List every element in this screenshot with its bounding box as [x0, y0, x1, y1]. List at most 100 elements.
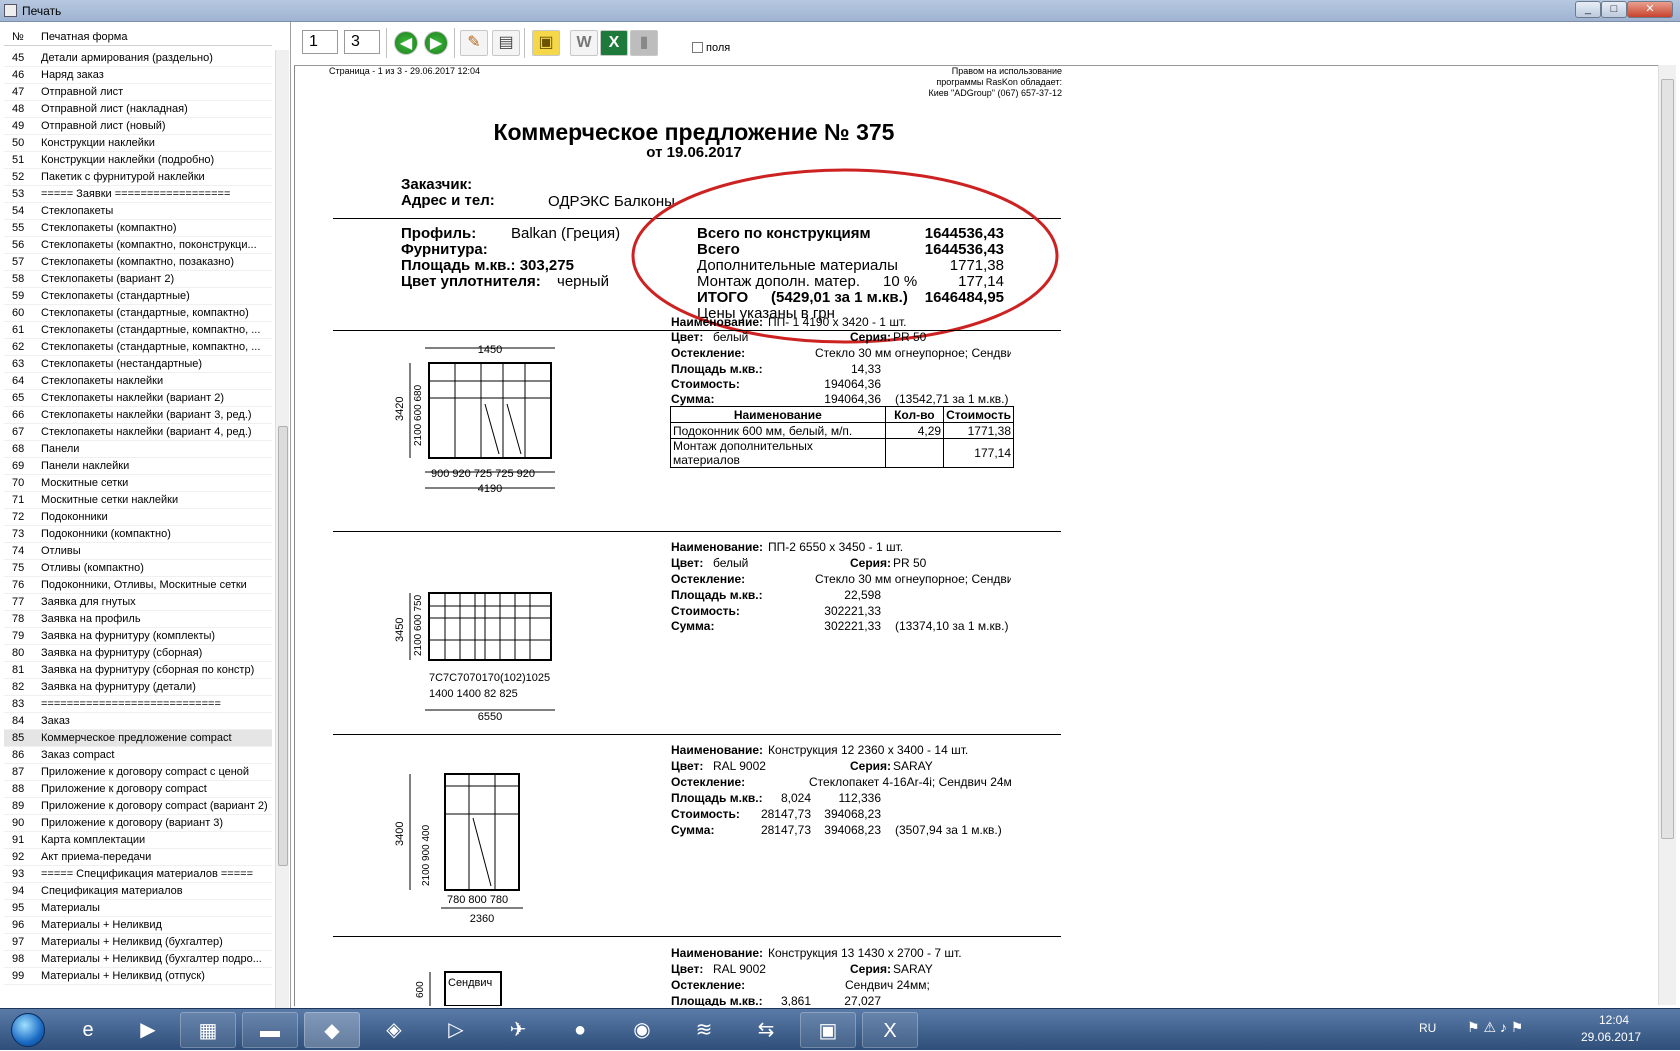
col-header-num[interactable]: №	[12, 31, 24, 43]
language-indicator[interactable]: RU	[1419, 1021, 1436, 1035]
list-item[interactable]: 67 Стеклопакеты наклейки (вариант 4, ред.…	[4, 424, 272, 441]
list-item-number: 61	[12, 324, 25, 336]
list-item[interactable]: 75 Отливы (компактно)	[4, 560, 272, 577]
list-item[interactable]: 80 Заявка на фурнитуру (сборная)	[4, 645, 272, 662]
list-item[interactable]: 59 Стеклопакеты (стандартные)	[4, 288, 272, 305]
list-item[interactable]: 71 Москитные сетки наклейки	[4, 492, 272, 509]
list-item[interactable]: 53 ===== Заявки ==================	[4, 186, 272, 203]
checkbox-icon[interactable]	[692, 42, 703, 53]
list-item[interactable]: 81 Заявка на фурнитуру (сборная по констр…	[4, 662, 272, 679]
list-item[interactable]: 93 ===== Спецификация материалов =====	[4, 866, 272, 883]
list-item[interactable]: 50 Конструкции наклейки	[4, 135, 272, 152]
list-item[interactable]: 66 Стеклопакеты наклейки (вариант 3, ред.…	[4, 407, 272, 424]
list-item[interactable]: 60 Стеклопакеты (стандартные, компактно)	[4, 305, 272, 322]
list-item[interactable]: 76 Подоконники, Отливы, Москитные сетки	[4, 577, 272, 594]
print-icon[interactable]: ▤	[492, 30, 520, 56]
list-item[interactable]: 54 Стеклопакеты	[4, 203, 272, 220]
list-item[interactable]: 56 Стеклопакеты (компактно, поконструкци.…	[4, 237, 272, 254]
media-player-icon[interactable]: ▶	[120, 1012, 176, 1048]
list-item[interactable]: 77 Заявка для гнутых	[4, 594, 272, 611]
list-item[interactable]: 48 Отправной лист (накладная)	[4, 101, 272, 118]
list-item[interactable]: 82 Заявка на фурнитуру (детали)	[4, 679, 272, 696]
list-item[interactable]: 84 Заказ	[4, 713, 272, 730]
app-eye-icon[interactable]: ◈	[366, 1012, 422, 1048]
list-item[interactable]: 72 Подоконники	[4, 509, 272, 526]
list-item[interactable]: 52 Пакетик с фурнитурой наклейки	[4, 169, 272, 186]
minimize-button[interactable]: _	[1575, 1, 1601, 18]
pdf-export-icon[interactable]: ▮	[630, 30, 658, 56]
list-item[interactable]: 86 Заказ compact	[4, 747, 272, 764]
clock-date[interactable]: 29.06.2017	[1581, 1030, 1641, 1044]
list-item[interactable]: 69 Панели наклейки	[4, 458, 272, 475]
excel-export-icon[interactable]: X	[600, 30, 628, 56]
list-item[interactable]: 98 Материалы + Неликвид (бухгалтер подро.…	[4, 951, 272, 968]
list-item[interactable]: 74 Отливы	[4, 543, 272, 560]
list-item[interactable]: 79 Заявка на фурнитуру (комплекты)	[4, 628, 272, 645]
scroll-thumb[interactable]	[278, 426, 288, 866]
item-area-label: Площадь м.кв.:	[671, 994, 763, 1006]
list-item[interactable]: 68 Панели	[4, 441, 272, 458]
scroll-thumb[interactable]	[1661, 79, 1674, 839]
teamviewer-icon[interactable]: ⇆	[738, 1012, 794, 1048]
list-item[interactable]: 55 Стеклопакеты (компактно)	[4, 220, 272, 237]
list-item[interactable]: 88 Приложение к договору compact	[4, 781, 272, 798]
excel-icon[interactable]: X	[862, 1012, 918, 1048]
start-button[interactable]	[2, 1009, 54, 1051]
edit-icon[interactable]: ✎	[460, 30, 488, 56]
next-page-icon[interactable]: ▶	[424, 31, 448, 55]
list-item[interactable]: 99 Материалы + Неликвид (отпуск)	[4, 968, 272, 985]
preview-vertical-scrollbar[interactable]	[1658, 65, 1676, 1005]
raskon-icon[interactable]: ◆	[304, 1012, 360, 1048]
fields-checkbox[interactable]: поля	[692, 42, 730, 54]
construction-drawing-3: 780 800 780 2360 3400 2100 900 400	[394, 773, 523, 925]
maximize-button[interactable]: □	[1601, 1, 1627, 18]
list-item[interactable]: 87 Приложение к договору compact с ценой	[4, 764, 272, 781]
list-item[interactable]: 91 Карта комплектации	[4, 832, 272, 849]
list-item[interactable]: 61 Стеклопакеты (стандартные, компактно, …	[4, 322, 272, 339]
list-item[interactable]: 95 Материалы	[4, 900, 272, 917]
item-sum-total: 394068,23	[824, 823, 881, 837]
list-item[interactable]: 70 Москитные сетки	[4, 475, 272, 492]
list-item[interactable]: 64 Стеклопакеты наклейки	[4, 373, 272, 390]
list-item[interactable]: 51 Конструкции наклейки (подробно)	[4, 152, 272, 169]
list-vertical-scrollbar[interactable]	[275, 50, 289, 1010]
list-item[interactable]: 83 ============================	[4, 696, 272, 713]
remote-desktop-icon[interactable]: ▣	[800, 1012, 856, 1048]
list-item[interactable]: 63 Стеклопакеты (нестандартные)	[4, 356, 272, 373]
close-button[interactable]: ✕	[1627, 1, 1673, 18]
wifi-icon[interactable]: ≋	[676, 1012, 732, 1048]
explorer-icon[interactable]: ▬	[242, 1012, 298, 1048]
list-item[interactable]: 47 Отправной лист	[4, 84, 272, 101]
list-item[interactable]: 90 Приложение к договору (вариант 3)	[4, 815, 272, 832]
tray-icons[interactable]: ⚑ ⚠ ♪ ⚑	[1467, 1019, 1523, 1036]
list-item[interactable]: 94 Спецификация материалов	[4, 883, 272, 900]
list-item[interactable]: 96 Материалы + Неликвид	[4, 917, 272, 934]
firefox-icon[interactable]: ●	[552, 1012, 608, 1048]
list-item[interactable]: 85 Коммерческое предложение compact	[4, 730, 272, 747]
list-item[interactable]: 46 Наряд заказ	[4, 67, 272, 84]
list-item[interactable]: 58 Стеклопакеты (вариант 2)	[4, 271, 272, 288]
list-item[interactable]: 49 Отправной лист (новый)	[4, 118, 272, 135]
list-item[interactable]: 78 Заявка на профиль	[4, 611, 272, 628]
chrome-icon[interactable]: ◉	[614, 1012, 670, 1048]
ie-icon[interactable]: e	[60, 1012, 116, 1048]
dim-sub: 780 800 780	[447, 894, 508, 906]
list-item[interactable]: 89 Приложение к договору compact (вариант…	[4, 798, 272, 815]
list-item[interactable]: 73 Подоконники (компактно)	[4, 526, 272, 543]
prev-page-icon[interactable]: ◀	[394, 31, 418, 55]
list-item[interactable]: 57 Стеклопакеты (компактно, позаказно)	[4, 254, 272, 271]
list-item[interactable]: 62 Стеклопакеты (стандартные, компактно, …	[4, 339, 272, 356]
image-export-icon[interactable]: ▣	[532, 30, 560, 56]
col-header-name[interactable]: Печатная форма	[41, 31, 127, 43]
list-item[interactable]: 65 Стеклопакеты наклейки (вариант 2)	[4, 390, 272, 407]
page-number-input[interactable]: 1	[302, 30, 338, 54]
visual-studio-icon[interactable]: ▷	[428, 1012, 484, 1048]
list-item[interactable]: 97 Материалы + Неликвид (бухгалтер)	[4, 934, 272, 951]
plane-icon[interactable]: ✈	[490, 1012, 546, 1048]
word-export-icon[interactable]: W	[570, 30, 598, 56]
calculator-icon[interactable]: ▦	[180, 1012, 236, 1048]
list-item[interactable]: 92 Акт приема-передачи	[4, 849, 272, 866]
clock-time[interactable]: 12:04	[1599, 1013, 1629, 1027]
list-item[interactable]: 45 Детали армирования (раздельно)	[4, 50, 272, 67]
list-item-number: 63	[12, 358, 25, 370]
